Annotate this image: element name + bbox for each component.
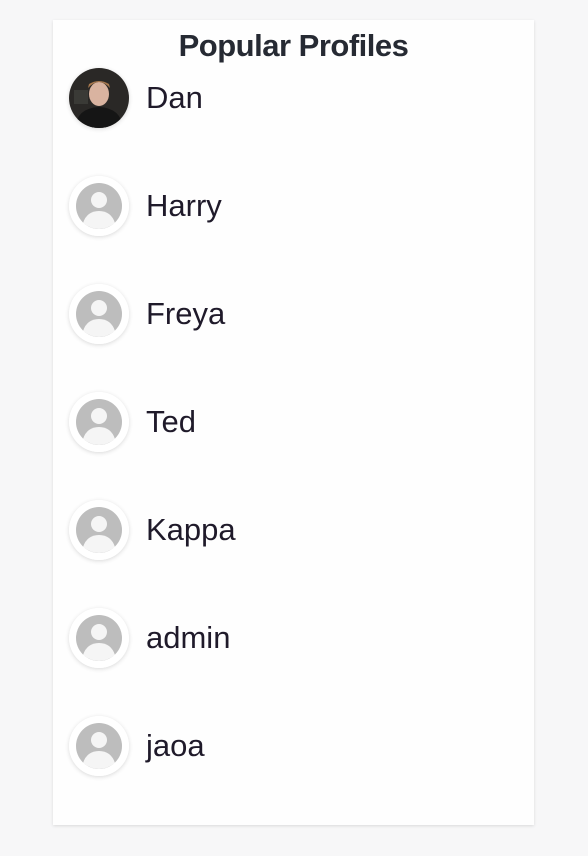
profile-item[interactable]: jaoa	[69, 716, 205, 776]
profile-name[interactable]: Kappa	[146, 512, 236, 548]
default-user-icon[interactable]	[69, 392, 129, 452]
default-user-icon[interactable]	[69, 608, 129, 668]
profile-item[interactable]: Freya	[69, 284, 225, 344]
profile-name[interactable]: Harry	[146, 188, 222, 224]
profile-name[interactable]: Dan	[146, 80, 203, 116]
profile-item[interactable]: Kappa	[69, 500, 236, 560]
profile-name[interactable]: Ted	[146, 404, 196, 440]
avatar-photo[interactable]	[69, 68, 129, 128]
profile-item[interactable]: Harry	[69, 176, 222, 236]
profile-item[interactable]: Ted	[69, 392, 196, 452]
profile-name[interactable]: admin	[146, 620, 230, 656]
profile-item[interactable]: Dan	[69, 68, 203, 128]
default-user-icon[interactable]	[69, 284, 129, 344]
default-user-icon[interactable]	[69, 500, 129, 560]
default-user-icon[interactable]	[69, 176, 129, 236]
profile-item[interactable]: admin	[69, 608, 230, 668]
card-title: Popular Profiles	[178, 28, 409, 63]
default-user-icon[interactable]	[69, 716, 129, 776]
profile-name[interactable]: jaoa	[146, 728, 205, 764]
popular-profiles-card: Popular Profiles Dan Harry Freya Ted Kappa ad…	[53, 20, 534, 825]
profile-name[interactable]: Freya	[146, 296, 225, 332]
